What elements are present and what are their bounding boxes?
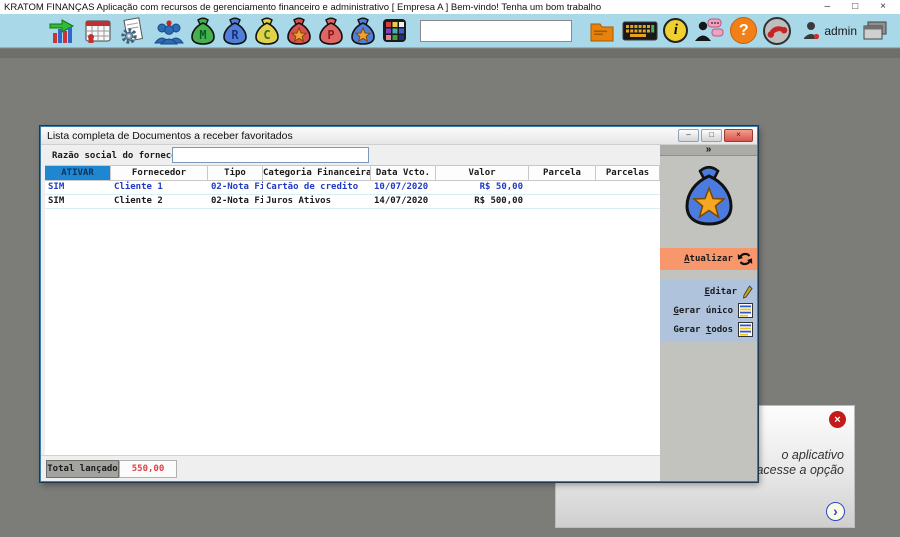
- pencil-icon: [742, 285, 753, 299]
- header-tipo[interactable]: Tipo: [208, 166, 263, 180]
- svg-text:C: C: [263, 28, 270, 42]
- documents-table: ATIVAR Fornecedor Tipo Categoria Finance…: [45, 165, 661, 455]
- edit-button[interactable]: Editar: [660, 282, 757, 301]
- keyboard-icon[interactable]: [622, 19, 658, 43]
- refresh-icon: [737, 251, 753, 267]
- header-fornecedor[interactable]: Fornecedor: [111, 166, 208, 180]
- phone-icon[interactable]: [762, 16, 792, 46]
- notes-gear-icon[interactable]: [118, 16, 148, 46]
- username-label: admin: [824, 24, 857, 38]
- user-menu[interactable]: admin: [803, 21, 857, 40]
- moneybag-m-icon[interactable]: M: [190, 16, 217, 45]
- calendar-icon[interactable]: [83, 16, 113, 46]
- main-titlebar[interactable]: KRATOM FINANÇAS Aplicação com recursos d…: [0, 0, 900, 14]
- user-icon: [803, 21, 820, 40]
- svg-text:P: P: [327, 28, 334, 42]
- close-button[interactable]: ×: [880, 1, 886, 13]
- moneybag-r-icon[interactable]: R: [222, 16, 249, 45]
- table-row[interactable]: SIM Cliente 1 02-Nota Fi... Cartão de cr…: [45, 181, 661, 195]
- supplier-filter-input[interactable]: [172, 147, 369, 163]
- panel-collapse-button[interactable]: »: [660, 145, 757, 156]
- header-ativar[interactable]: ATIVAR: [45, 166, 111, 180]
- totals-bar: Total lançado 550,00: [41, 455, 661, 481]
- desktop-strip: [0, 49, 900, 58]
- generate-single-button[interactable]: Gerar único: [660, 301, 757, 320]
- cards-icon[interactable]: [862, 21, 888, 41]
- documents-window-titlebar[interactable]: Lista completa de Documentos a receber f…: [41, 127, 757, 145]
- toolbar-search-input[interactable]: [420, 20, 572, 42]
- help-icon[interactable]: ?: [730, 17, 757, 44]
- child-minimize-button[interactable]: –: [678, 129, 699, 142]
- filter-row: Razão social do fornecedor: [41, 145, 661, 165]
- header-parcela[interactable]: Parcela: [529, 166, 596, 180]
- chart-icon[interactable]: [48, 16, 78, 46]
- list-icon: [738, 322, 753, 337]
- documents-window-title: Lista completa de Documentos a receber f…: [47, 130, 293, 142]
- moneybag-star-red-icon[interactable]: [286, 16, 313, 45]
- header-data-vcto[interactable]: Data Vcto.: [371, 166, 436, 180]
- color-grid-icon[interactable]: [382, 18, 407, 43]
- table-header-row: ATIVAR Fornecedor Tipo Categoria Finance…: [45, 166, 661, 181]
- moneybag-illustration: [680, 162, 738, 226]
- notification-close-icon[interactable]: ×: [829, 411, 846, 428]
- svg-text:R: R: [231, 28, 239, 42]
- folder-icon[interactable]: [587, 17, 617, 45]
- notification-text: o aplicativo acesse a opção: [756, 448, 844, 478]
- total-value: 550,00: [119, 460, 177, 478]
- child-close-button[interactable]: ×: [724, 129, 753, 142]
- main-window-title: KRATOM FINANÇAS Aplicação com recursos d…: [4, 2, 601, 13]
- moneybag-star-blue-icon[interactable]: [350, 16, 377, 45]
- total-label: Total lançado: [46, 460, 119, 478]
- header-parcelas[interactable]: Parcelas: [596, 166, 660, 180]
- minimize-button[interactable]: –: [825, 1, 831, 13]
- generate-all-button[interactable]: Gerar todos: [660, 320, 757, 339]
- screen: KRATOM FINANÇAS Aplicação com recursos d…: [0, 0, 900, 537]
- notification-next-icon[interactable]: ›: [826, 502, 845, 521]
- side-panel: » Atualizar Editar: [660, 145, 757, 481]
- moneybag-p-icon[interactable]: P: [318, 16, 345, 45]
- panel-actions: Editar Gerar único Gerar todos: [660, 279, 757, 342]
- child-maximize-button[interactable]: □: [701, 129, 722, 142]
- svg-text:M: M: [199, 28, 206, 42]
- header-valor[interactable]: Valor: [436, 166, 529, 180]
- documents-window: Lista completa de Documentos a receber f…: [40, 126, 758, 482]
- update-button[interactable]: Atualizar: [660, 248, 757, 270]
- users-icon[interactable]: [153, 16, 185, 46]
- table-row[interactable]: SIM Cliente 2 02-Nota Fi... Juros Ativos…: [45, 195, 661, 209]
- main-toolbar: M R C P i ?: [0, 14, 900, 48]
- list-icon: [738, 303, 753, 318]
- header-categoria[interactable]: Categoria Financeira: [263, 166, 371, 180]
- moneybag-c-icon[interactable]: C: [254, 16, 281, 45]
- info-icon[interactable]: i: [663, 18, 688, 43]
- chat-icon[interactable]: [693, 17, 725, 45]
- maximize-button[interactable]: □: [852, 1, 858, 13]
